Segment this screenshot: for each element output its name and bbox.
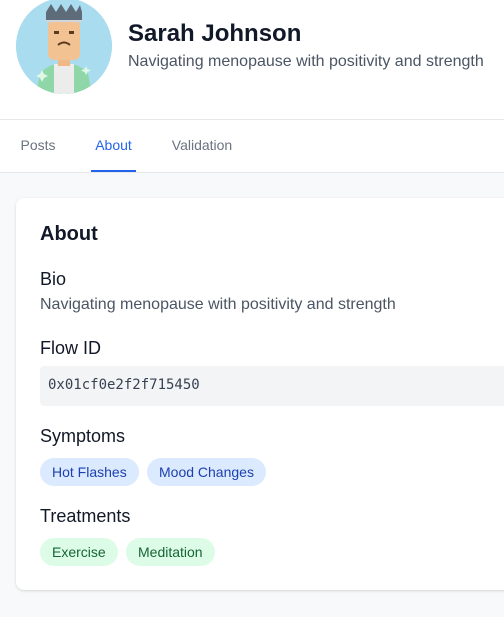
symptoms-label: Symptoms xyxy=(40,426,126,446)
avatar-illustration xyxy=(16,0,112,94)
symptom-chip: Hot Flashes xyxy=(40,458,139,486)
treatment-chip: Exercise xyxy=(40,538,118,566)
bio-text: Navigating menopause with positivity and… xyxy=(40,296,396,313)
bio-label: Bio xyxy=(40,269,67,289)
treatment-chip: Meditation xyxy=(126,538,215,566)
symptom-chip: Mood Changes xyxy=(147,458,266,486)
avatar xyxy=(16,0,112,94)
about-title: About xyxy=(40,223,98,245)
tab-posts[interactable]: Posts xyxy=(20,120,56,172)
profile-header: Sarah Johnson Navigating menopause with … xyxy=(0,0,504,120)
profile-name: Sarah Johnson xyxy=(128,20,302,47)
flow-id-label: Flow ID xyxy=(40,338,102,358)
about-card: About Bio Navigating menopause with posi… xyxy=(16,198,504,590)
flow-id-value: 0x01cf0e2f2f715450 xyxy=(48,377,200,393)
treatments-label: Treatments xyxy=(40,506,131,526)
tab-bar: Posts About Validation xyxy=(0,120,504,173)
profile-tagline: Navigating menopause with positivity and… xyxy=(128,53,484,70)
tab-validation[interactable]: Validation xyxy=(171,120,233,172)
tab-about[interactable]: About xyxy=(91,120,136,172)
flow-id-box: 0x01cf0e2f2f715450 xyxy=(40,366,504,406)
